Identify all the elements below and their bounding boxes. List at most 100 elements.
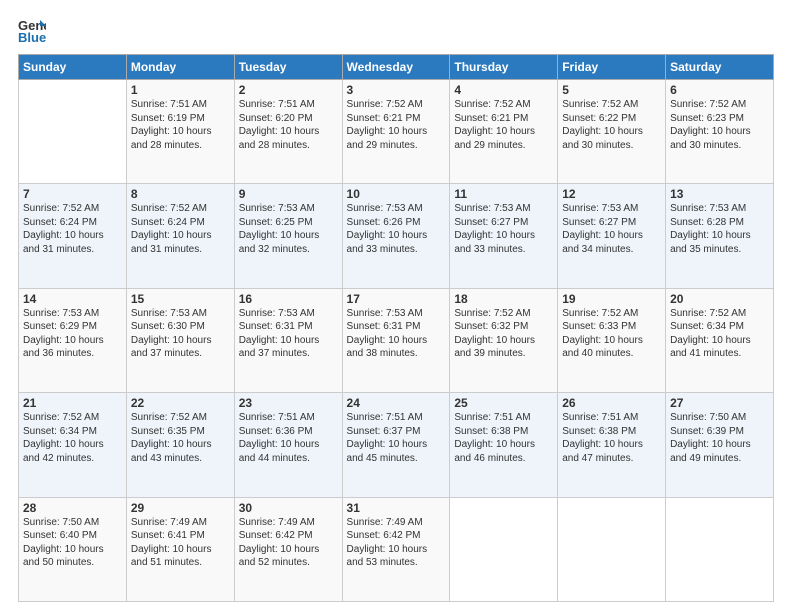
cell-details: Sunrise: 7:53 AM Sunset: 6:25 PM Dayligh…: [239, 202, 338, 256]
day-number: 25: [454, 396, 553, 410]
header: General Blue: [18, 18, 774, 44]
day-cell: 10Sunrise: 7:53 AM Sunset: 6:26 PM Dayli…: [342, 184, 450, 288]
day-cell: 23Sunrise: 7:51 AM Sunset: 6:36 PM Dayli…: [234, 393, 342, 497]
cell-details: Sunrise: 7:51 AM Sunset: 6:36 PM Dayligh…: [239, 411, 338, 465]
day-cell: 5Sunrise: 7:52 AM Sunset: 6:22 PM Daylig…: [558, 80, 666, 184]
weekday-header-saturday: Saturday: [666, 55, 774, 80]
day-number: 24: [347, 396, 446, 410]
week-row-1: 1Sunrise: 7:51 AM Sunset: 6:19 PM Daylig…: [19, 80, 774, 184]
day-number: 8: [131, 187, 230, 201]
weekday-header-monday: Monday: [126, 55, 234, 80]
day-cell: 18Sunrise: 7:52 AM Sunset: 6:32 PM Dayli…: [450, 288, 558, 392]
cell-details: Sunrise: 7:52 AM Sunset: 6:23 PM Dayligh…: [670, 98, 769, 152]
day-cell: 31Sunrise: 7:49 AM Sunset: 6:42 PM Dayli…: [342, 497, 450, 601]
day-number: 31: [347, 501, 446, 515]
calendar-page: General Blue SundayMondayTuesdayWednesda…: [0, 0, 792, 612]
day-number: 19: [562, 292, 661, 306]
day-number: 17: [347, 292, 446, 306]
day-cell: [19, 80, 127, 184]
day-number: 15: [131, 292, 230, 306]
day-cell: 11Sunrise: 7:53 AM Sunset: 6:27 PM Dayli…: [450, 184, 558, 288]
cell-details: Sunrise: 7:52 AM Sunset: 6:22 PM Dayligh…: [562, 98, 661, 152]
cell-details: Sunrise: 7:52 AM Sunset: 6:21 PM Dayligh…: [347, 98, 446, 152]
cell-details: Sunrise: 7:50 AM Sunset: 6:40 PM Dayligh…: [23, 516, 122, 570]
cell-details: Sunrise: 7:53 AM Sunset: 6:26 PM Dayligh…: [347, 202, 446, 256]
cell-details: Sunrise: 7:51 AM Sunset: 6:38 PM Dayligh…: [562, 411, 661, 465]
day-number: 13: [670, 187, 769, 201]
weekday-header-sunday: Sunday: [19, 55, 127, 80]
week-row-4: 21Sunrise: 7:52 AM Sunset: 6:34 PM Dayli…: [19, 393, 774, 497]
svg-text:Blue: Blue: [18, 30, 46, 44]
weekday-header-friday: Friday: [558, 55, 666, 80]
cell-details: Sunrise: 7:50 AM Sunset: 6:39 PM Dayligh…: [670, 411, 769, 465]
weekday-header-row: SundayMondayTuesdayWednesdayThursdayFrid…: [19, 55, 774, 80]
cell-details: Sunrise: 7:53 AM Sunset: 6:28 PM Dayligh…: [670, 202, 769, 256]
day-number: 21: [23, 396, 122, 410]
day-cell: 8Sunrise: 7:52 AM Sunset: 6:24 PM Daylig…: [126, 184, 234, 288]
cell-details: Sunrise: 7:49 AM Sunset: 6:41 PM Dayligh…: [131, 516, 230, 570]
day-number: 11: [454, 187, 553, 201]
day-number: 1: [131, 83, 230, 97]
day-cell: 28Sunrise: 7:50 AM Sunset: 6:40 PM Dayli…: [19, 497, 127, 601]
day-cell: 26Sunrise: 7:51 AM Sunset: 6:38 PM Dayli…: [558, 393, 666, 497]
day-cell: 2Sunrise: 7:51 AM Sunset: 6:20 PM Daylig…: [234, 80, 342, 184]
day-cell: 3Sunrise: 7:52 AM Sunset: 6:21 PM Daylig…: [342, 80, 450, 184]
weekday-header-thursday: Thursday: [450, 55, 558, 80]
day-cell: 13Sunrise: 7:53 AM Sunset: 6:28 PM Dayli…: [666, 184, 774, 288]
day-cell: 7Sunrise: 7:52 AM Sunset: 6:24 PM Daylig…: [19, 184, 127, 288]
day-cell: 17Sunrise: 7:53 AM Sunset: 6:31 PM Dayli…: [342, 288, 450, 392]
cell-details: Sunrise: 7:53 AM Sunset: 6:30 PM Dayligh…: [131, 307, 230, 361]
cell-details: Sunrise: 7:52 AM Sunset: 6:33 PM Dayligh…: [562, 307, 661, 361]
day-cell: 21Sunrise: 7:52 AM Sunset: 6:34 PM Dayli…: [19, 393, 127, 497]
day-number: 6: [670, 83, 769, 97]
week-row-5: 28Sunrise: 7:50 AM Sunset: 6:40 PM Dayli…: [19, 497, 774, 601]
day-number: 5: [562, 83, 661, 97]
day-number: 3: [347, 83, 446, 97]
day-number: 4: [454, 83, 553, 97]
day-cell: 24Sunrise: 7:51 AM Sunset: 6:37 PM Dayli…: [342, 393, 450, 497]
day-cell: [450, 497, 558, 601]
day-cell: 12Sunrise: 7:53 AM Sunset: 6:27 PM Dayli…: [558, 184, 666, 288]
day-cell: 4Sunrise: 7:52 AM Sunset: 6:21 PM Daylig…: [450, 80, 558, 184]
day-number: 23: [239, 396, 338, 410]
weekday-header-tuesday: Tuesday: [234, 55, 342, 80]
cell-details: Sunrise: 7:53 AM Sunset: 6:29 PM Dayligh…: [23, 307, 122, 361]
day-cell: 15Sunrise: 7:53 AM Sunset: 6:30 PM Dayli…: [126, 288, 234, 392]
cell-details: Sunrise: 7:52 AM Sunset: 6:21 PM Dayligh…: [454, 98, 553, 152]
cell-details: Sunrise: 7:51 AM Sunset: 6:38 PM Dayligh…: [454, 411, 553, 465]
day-cell: 1Sunrise: 7:51 AM Sunset: 6:19 PM Daylig…: [126, 80, 234, 184]
day-number: 29: [131, 501, 230, 515]
day-cell: 14Sunrise: 7:53 AM Sunset: 6:29 PM Dayli…: [19, 288, 127, 392]
day-number: 28: [23, 501, 122, 515]
day-number: 9: [239, 187, 338, 201]
day-cell: 29Sunrise: 7:49 AM Sunset: 6:41 PM Dayli…: [126, 497, 234, 601]
cell-details: Sunrise: 7:53 AM Sunset: 6:27 PM Dayligh…: [454, 202, 553, 256]
cell-details: Sunrise: 7:52 AM Sunset: 6:34 PM Dayligh…: [23, 411, 122, 465]
day-cell: 16Sunrise: 7:53 AM Sunset: 6:31 PM Dayli…: [234, 288, 342, 392]
day-number: 12: [562, 187, 661, 201]
day-number: 20: [670, 292, 769, 306]
cell-details: Sunrise: 7:52 AM Sunset: 6:34 PM Dayligh…: [670, 307, 769, 361]
day-number: 26: [562, 396, 661, 410]
cell-details: Sunrise: 7:51 AM Sunset: 6:37 PM Dayligh…: [347, 411, 446, 465]
day-number: 2: [239, 83, 338, 97]
week-row-3: 14Sunrise: 7:53 AM Sunset: 6:29 PM Dayli…: [19, 288, 774, 392]
day-cell: [558, 497, 666, 601]
day-cell: 30Sunrise: 7:49 AM Sunset: 6:42 PM Dayli…: [234, 497, 342, 601]
day-number: 10: [347, 187, 446, 201]
calendar-table: SundayMondayTuesdayWednesdayThursdayFrid…: [18, 54, 774, 602]
day-number: 27: [670, 396, 769, 410]
cell-details: Sunrise: 7:49 AM Sunset: 6:42 PM Dayligh…: [239, 516, 338, 570]
cell-details: Sunrise: 7:53 AM Sunset: 6:31 PM Dayligh…: [347, 307, 446, 361]
cell-details: Sunrise: 7:51 AM Sunset: 6:20 PM Dayligh…: [239, 98, 338, 152]
day-number: 14: [23, 292, 122, 306]
day-cell: 25Sunrise: 7:51 AM Sunset: 6:38 PM Dayli…: [450, 393, 558, 497]
day-cell: 19Sunrise: 7:52 AM Sunset: 6:33 PM Dayli…: [558, 288, 666, 392]
cell-details: Sunrise: 7:53 AM Sunset: 6:27 PM Dayligh…: [562, 202, 661, 256]
cell-details: Sunrise: 7:53 AM Sunset: 6:31 PM Dayligh…: [239, 307, 338, 361]
day-cell: 6Sunrise: 7:52 AM Sunset: 6:23 PM Daylig…: [666, 80, 774, 184]
day-cell: [666, 497, 774, 601]
day-cell: 20Sunrise: 7:52 AM Sunset: 6:34 PM Dayli…: [666, 288, 774, 392]
cell-details: Sunrise: 7:52 AM Sunset: 6:35 PM Dayligh…: [131, 411, 230, 465]
day-number: 18: [454, 292, 553, 306]
